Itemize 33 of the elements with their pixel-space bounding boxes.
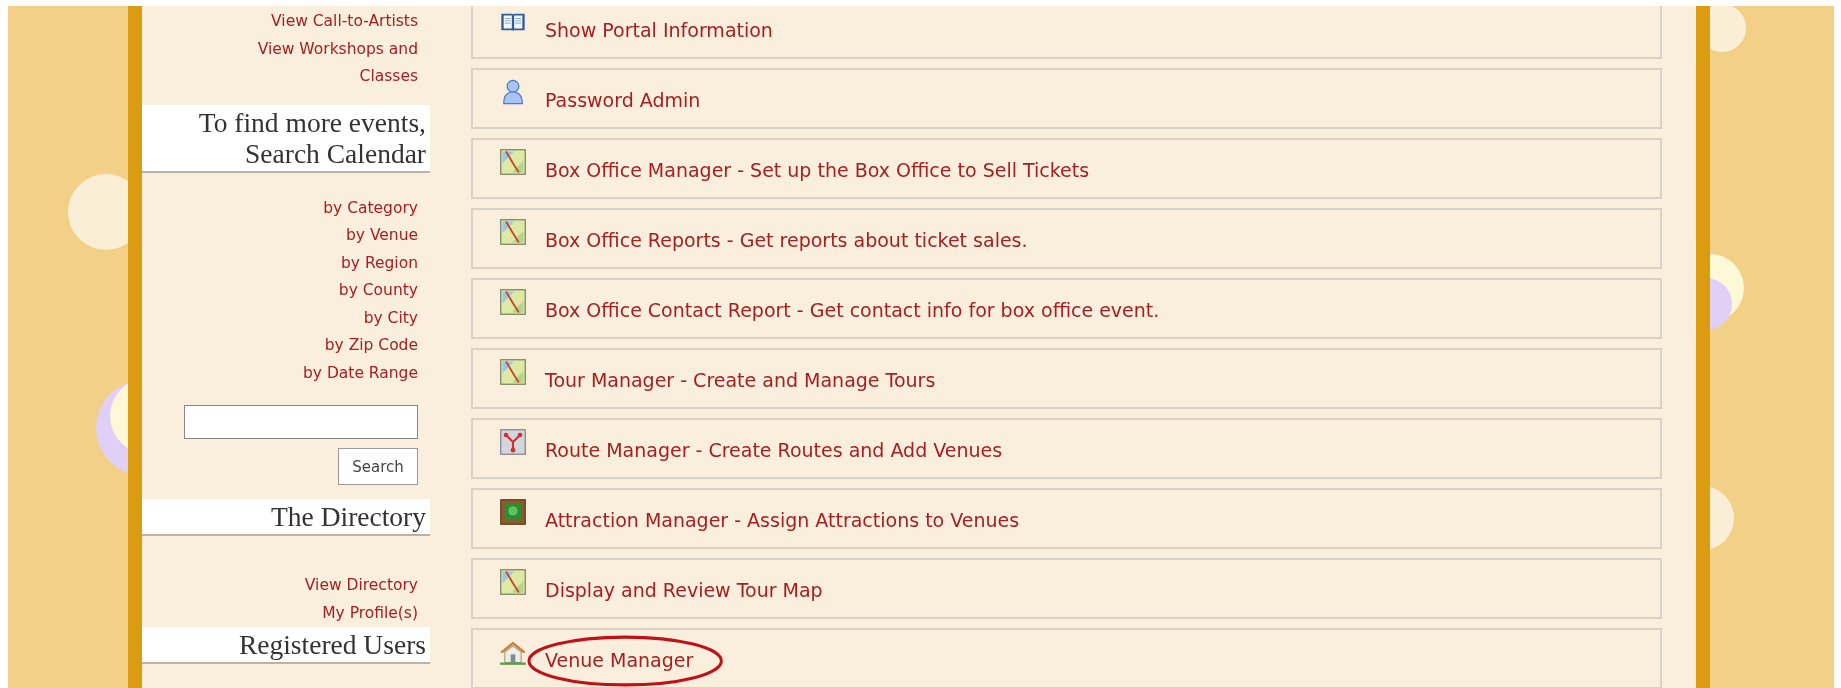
menu-item[interactable]: Tour Manager - Create and Manage Tours [471, 348, 1662, 409]
map-icon [499, 148, 527, 176]
map-icon [499, 568, 527, 596]
menu-item[interactable]: Box Office Contact Report - Get contact info for box office event. [471, 278, 1662, 339]
map-icon [499, 288, 527, 316]
framed-picture-icon [499, 498, 527, 526]
sidebar-link[interactable]: by Zip Code [324, 332, 418, 360]
menu-item[interactable]: Display and Review Tour Map [471, 558, 1662, 619]
menu-item[interactable]: Password Admin [471, 68, 1662, 129]
search-button[interactable]: Search [338, 448, 418, 485]
sidebar-link[interactable]: by Region [341, 249, 418, 277]
menu-item[interactable]: Box Office Reports - Get reports about ticket sales. [471, 208, 1662, 269]
menu-item[interactable]: Venue Manager [471, 628, 1662, 688]
sidebar-link[interactable]: by Date Range [302, 359, 418, 387]
menu-item[interactable]: Box Office Manager - Set up the Box Office to Sell Tickets [471, 138, 1662, 199]
map-icon [499, 218, 527, 246]
sidebar-link[interactable]: by Venue [345, 222, 418, 250]
sidebar-link[interactable]: My Profile(s) [322, 599, 418, 627]
sidebar-link[interactable]: View Workshops and Classes [203, 35, 418, 91]
menu-item[interactable]: Route Manager - Create Routes and Add Venues [471, 418, 1662, 479]
search-field[interactable] [184, 405, 418, 439]
map-icon [499, 358, 527, 386]
sidebar-link[interactable]: by City [363, 304, 418, 332]
menu-item[interactable]: Attraction Manager - Assign Attractions to Venues [471, 488, 1662, 549]
sidebar-link[interactable]: by County [338, 277, 418, 305]
menu-item[interactable]: Show Portal Information [471, 6, 1662, 59]
route-icon [499, 428, 527, 456]
sidebar-link[interactable]: View Call-to-Artists [271, 8, 418, 36]
section-heading: To find more events, Search Calendar [142, 104, 430, 173]
sidebar-link[interactable]: View Directory [304, 572, 418, 600]
section-heading: Registered Users [142, 627, 430, 664]
section-heading: The Directory [142, 499, 430, 536]
sidebar-link[interactable]: by Category [323, 194, 418, 222]
